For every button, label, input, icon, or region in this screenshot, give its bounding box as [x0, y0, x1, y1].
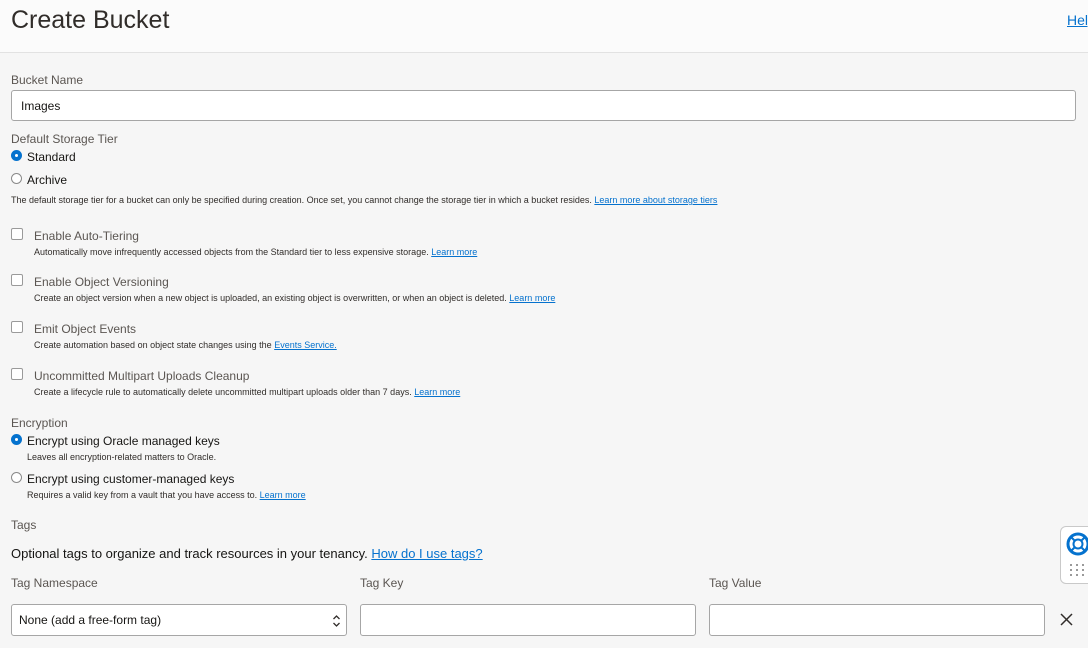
tag-namespace-selected-value: None (add a free-form tag) — [19, 613, 162, 627]
tags-description-text: Optional tags to organize and track reso… — [11, 546, 368, 561]
multipart-cleanup-label[interactable]: Uncommitted Multipart Uploads Cleanup — [34, 369, 249, 383]
storage-tier-label: Default Storage Tier — [11, 132, 118, 146]
encryption-learn-more-link[interactable]: Learn more — [260, 490, 306, 500]
object-versioning-description-text: Create an object version when a new obje… — [34, 293, 507, 303]
bucket-name-input[interactable] — [11, 90, 1076, 121]
encryption-oracle-keys-radio[interactable] — [11, 434, 22, 445]
object-versioning-description: Create an object version when a new obje… — [34, 293, 555, 303]
help-widget[interactable] — [1060, 526, 1088, 584]
multipart-cleanup-learn-more-link[interactable]: Learn more — [414, 387, 460, 397]
page-header: Create Bucket Help — [0, 0, 1088, 53]
tags-help-link[interactable]: How do I use tags? — [371, 546, 482, 561]
tag-value-input[interactable] — [709, 604, 1045, 636]
multipart-cleanup-description: Create a lifecycle rule to automatically… — [34, 387, 460, 397]
close-icon[interactable] — [1060, 613, 1073, 626]
emit-events-description: Create automation based on object state … — [34, 340, 337, 350]
tags-label: Tags — [11, 518, 37, 532]
help-link[interactable]: Help — [1067, 12, 1088, 28]
tag-value-label: Tag Value — [709, 576, 762, 590]
multipart-cleanup-description-text: Create a lifecycle rule to automatically… — [34, 387, 412, 397]
object-versioning-checkbox[interactable] — [11, 274, 23, 286]
encryption-oracle-keys-description: Leaves all encryption-related matters to… — [27, 452, 217, 462]
emit-events-checkbox[interactable] — [11, 321, 23, 333]
auto-tiering-description: Automatically move infrequently accessed… — [34, 247, 477, 257]
bucket-name-label: Bucket Name — [11, 73, 84, 87]
auto-tiering-learn-more-link[interactable]: Learn more — [431, 247, 477, 257]
storage-tier-archive-label[interactable]: Archive — [27, 173, 67, 187]
storage-tier-standard-label[interactable]: Standard — [27, 150, 76, 164]
auto-tiering-label[interactable]: Enable Auto-Tiering — [34, 229, 139, 243]
drag-handle-icon[interactable] — [1070, 564, 1088, 576]
object-versioning-label[interactable]: Enable Object Versioning — [34, 275, 169, 289]
lifebuoy-icon — [1066, 532, 1088, 556]
multipart-cleanup-checkbox[interactable] — [11, 368, 23, 380]
storage-tier-help: The default storage tier for a bucket ca… — [11, 195, 717, 205]
storage-tier-standard-radio[interactable] — [11, 150, 22, 161]
encryption-customer-keys-description-text: Requires a valid key from a vault that y… — [27, 490, 258, 500]
storage-tier-archive-radio[interactable] — [11, 173, 22, 184]
events-service-link[interactable]: Events Service. — [274, 340, 337, 350]
storage-tier-help-text: The default storage tier for a bucket ca… — [11, 195, 592, 205]
encryption-oracle-keys-label[interactable]: Encrypt using Oracle managed keys — [27, 434, 220, 448]
tags-description: Optional tags to organize and track reso… — [11, 546, 483, 561]
auto-tiering-description-text: Automatically move infrequently accessed… — [34, 247, 429, 257]
encryption-customer-keys-description: Requires a valid key from a vault that y… — [27, 490, 306, 500]
encryption-label: Encryption — [11, 416, 68, 430]
encryption-customer-keys-label[interactable]: Encrypt using customer-managed keys — [27, 472, 234, 486]
auto-tiering-checkbox[interactable] — [11, 228, 23, 240]
tag-key-label: Tag Key — [360, 576, 404, 590]
page-title: Create Bucket — [11, 6, 170, 34]
emit-events-label[interactable]: Emit Object Events — [34, 322, 136, 336]
emit-events-description-text: Create automation based on object state … — [34, 340, 272, 350]
chevron-updown-icon — [333, 615, 340, 627]
object-versioning-learn-more-link[interactable]: Learn more — [509, 293, 555, 303]
tag-namespace-label: Tag Namespace — [11, 576, 98, 590]
storage-tier-learn-more-link[interactable]: Learn more about storage tiers — [594, 195, 717, 205]
tag-key-input[interactable] — [360, 604, 696, 636]
encryption-customer-keys-radio[interactable] — [11, 472, 22, 483]
tag-namespace-select[interactable]: None (add a free-form tag) — [11, 604, 347, 636]
